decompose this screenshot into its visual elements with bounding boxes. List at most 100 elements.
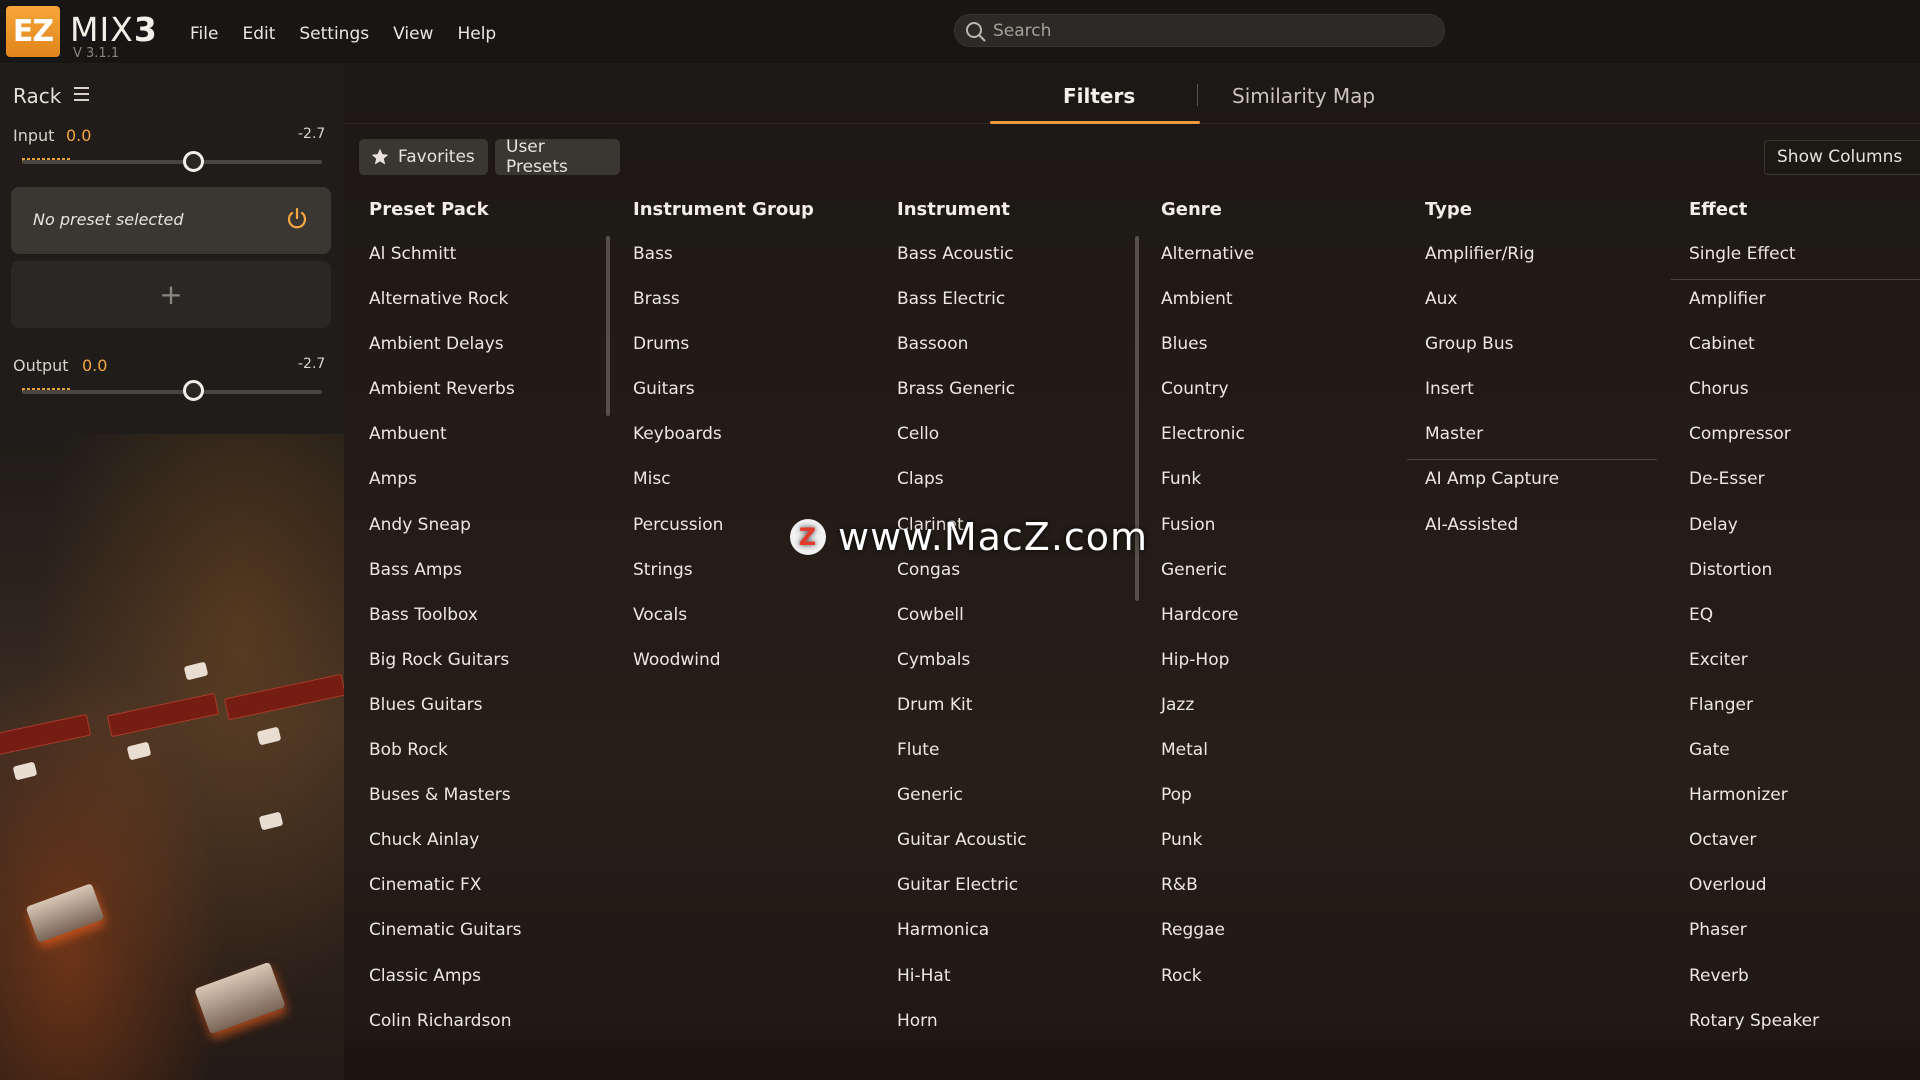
list-item[interactable]: Misc bbox=[633, 469, 883, 514]
list-item[interactable]: Generic bbox=[1161, 560, 1411, 605]
list-item[interactable]: Guitars bbox=[633, 379, 883, 424]
list-item[interactable]: Ambient Reverbs bbox=[369, 379, 619, 424]
show-columns-dropdown[interactable]: Show Columns ⌄ bbox=[1764, 140, 1920, 175]
preset-pack-scrollbar[interactable] bbox=[606, 236, 610, 416]
list-item[interactable]: Delay bbox=[1689, 515, 1920, 560]
output-slider-thumb[interactable] bbox=[182, 380, 204, 401]
input-slider-thumb[interactable] bbox=[182, 151, 204, 172]
list-item[interactable]: Vocals bbox=[633, 605, 883, 650]
list-item[interactable]: Big Rock Guitars bbox=[369, 650, 619, 695]
list-item[interactable]: Reverb bbox=[1689, 966, 1920, 1011]
list-item[interactable]: Electronic bbox=[1161, 424, 1411, 469]
list-item[interactable]: Punk bbox=[1161, 830, 1411, 875]
list-item[interactable]: Amps bbox=[369, 469, 619, 514]
list-item[interactable]: Keyboards bbox=[633, 424, 883, 469]
list-item[interactable]: Country bbox=[1161, 379, 1411, 424]
list-item[interactable]: Claps bbox=[897, 469, 1147, 514]
search-input[interactable] bbox=[993, 20, 1433, 42]
list-item[interactable]: Hardcore bbox=[1161, 605, 1411, 650]
list-item[interactable]: Classic Amps bbox=[369, 966, 619, 1011]
list-item[interactable]: Aux bbox=[1425, 289, 1675, 334]
list-item[interactable]: Funk bbox=[1161, 469, 1411, 514]
list-item[interactable]: Ambient Delays bbox=[369, 334, 619, 379]
list-item[interactable]: Group Bus bbox=[1425, 334, 1675, 379]
hamburger-menu-icon[interactable] bbox=[74, 86, 92, 102]
list-item[interactable]: Cymbals bbox=[897, 650, 1147, 695]
preset-slot[interactable]: No preset selected bbox=[11, 187, 331, 254]
list-item[interactable]: Flute bbox=[897, 740, 1147, 785]
list-item[interactable]: Generic bbox=[897, 785, 1147, 830]
list-item[interactable]: Reggae bbox=[1161, 920, 1411, 965]
list-item[interactable]: Blues Guitars bbox=[369, 695, 619, 740]
user-presets-button[interactable]: User Presets bbox=[495, 137, 620, 177]
list-item[interactable]: Bass Amps bbox=[369, 560, 619, 605]
list-item[interactable]: Jazz bbox=[1161, 695, 1411, 740]
list-item[interactable]: Bass bbox=[633, 244, 883, 289]
list-item[interactable]: Single Effect bbox=[1689, 244, 1920, 289]
tab-similarity-map[interactable]: Similarity Map bbox=[1232, 84, 1375, 108]
list-item[interactable]: Guitar Electric bbox=[897, 875, 1147, 920]
tab-filters[interactable]: Filters bbox=[1063, 84, 1135, 108]
list-item[interactable]: Master bbox=[1425, 424, 1675, 469]
list-item[interactable]: Strings bbox=[633, 560, 883, 605]
list-item[interactable]: Chuck Ainlay bbox=[369, 830, 619, 875]
list-item[interactable]: Andy Sneap bbox=[369, 515, 619, 560]
list-item[interactable]: Cinematic FX bbox=[369, 875, 619, 920]
list-item[interactable]: Ambient bbox=[1161, 289, 1411, 334]
list-item[interactable]: Rock bbox=[1161, 966, 1411, 1011]
list-item[interactable]: Pop bbox=[1161, 785, 1411, 830]
search-bar[interactable] bbox=[954, 14, 1445, 47]
list-item[interactable]: Exciter bbox=[1689, 650, 1920, 695]
list-item[interactable]: Bass Toolbox bbox=[369, 605, 619, 650]
menu-file[interactable]: File bbox=[190, 24, 218, 44]
list-item[interactable]: Chorus bbox=[1689, 379, 1920, 424]
list-item[interactable]: De-Esser bbox=[1689, 469, 1920, 514]
list-item[interactable]: Fusion bbox=[1161, 515, 1411, 560]
menu-settings[interactable]: Settings bbox=[299, 24, 369, 44]
list-item[interactable]: Ambuent bbox=[369, 424, 619, 469]
list-item[interactable]: Amplifier bbox=[1689, 289, 1920, 334]
list-item[interactable]: Hip-Hop bbox=[1161, 650, 1411, 695]
list-item[interactable]: Flanger bbox=[1689, 695, 1920, 740]
add-rack-slot-button[interactable]: + bbox=[11, 261, 331, 328]
list-item[interactable]: Harmonizer bbox=[1689, 785, 1920, 830]
list-item[interactable]: Congas bbox=[897, 560, 1147, 605]
list-item[interactable]: Alternative bbox=[1161, 244, 1411, 289]
output-slider-track[interactable] bbox=[22, 390, 322, 394]
list-item[interactable]: Cabinet bbox=[1689, 334, 1920, 379]
list-item[interactable]: Phaser bbox=[1689, 920, 1920, 965]
list-item[interactable]: Cowbell bbox=[897, 605, 1147, 650]
list-item[interactable]: Insert bbox=[1425, 379, 1675, 424]
list-item[interactable]: Harmonica bbox=[897, 920, 1147, 965]
list-item[interactable]: Bass Electric bbox=[897, 289, 1147, 334]
list-item[interactable]: Hi-Hat bbox=[897, 966, 1147, 1011]
input-slider-track[interactable] bbox=[22, 160, 322, 164]
list-item[interactable]: Drums bbox=[633, 334, 883, 379]
list-item[interactable]: R&B bbox=[1161, 875, 1411, 920]
list-item[interactable]: Cinematic Guitars bbox=[369, 920, 619, 965]
list-item[interactable]: Distortion bbox=[1689, 560, 1920, 605]
list-item[interactable]: Bob Rock bbox=[369, 740, 619, 785]
list-item[interactable]: Metal bbox=[1161, 740, 1411, 785]
list-item[interactable]: Brass Generic bbox=[897, 379, 1147, 424]
list-item[interactable]: Octaver bbox=[1689, 830, 1920, 875]
list-item[interactable]: AI-Assisted bbox=[1425, 515, 1675, 560]
list-item[interactable]: Woodwind bbox=[633, 650, 883, 695]
list-item[interactable]: Brass bbox=[633, 289, 883, 334]
list-item[interactable]: AI Amp Capture bbox=[1425, 469, 1675, 514]
list-item[interactable]: Bass Acoustic bbox=[897, 244, 1147, 289]
menu-help[interactable]: Help bbox=[457, 24, 496, 44]
favorites-button[interactable]: Favorites bbox=[359, 139, 488, 175]
list-item[interactable]: Guitar Acoustic bbox=[897, 830, 1147, 875]
list-item[interactable]: EQ bbox=[1689, 605, 1920, 650]
list-item[interactable]: Bassoon bbox=[897, 334, 1147, 379]
list-item[interactable]: Amplifier/Rig bbox=[1425, 244, 1675, 289]
list-item[interactable]: Alternative Rock bbox=[369, 289, 619, 334]
list-item[interactable]: Buses & Masters bbox=[369, 785, 619, 830]
list-item[interactable]: Drum Kit bbox=[897, 695, 1147, 740]
power-icon[interactable] bbox=[285, 207, 309, 231]
menu-view[interactable]: View bbox=[393, 24, 433, 44]
list-item[interactable]: Gate bbox=[1689, 740, 1920, 785]
menu-edit[interactable]: Edit bbox=[242, 24, 275, 44]
list-item[interactable]: Al Schmitt bbox=[369, 244, 619, 289]
